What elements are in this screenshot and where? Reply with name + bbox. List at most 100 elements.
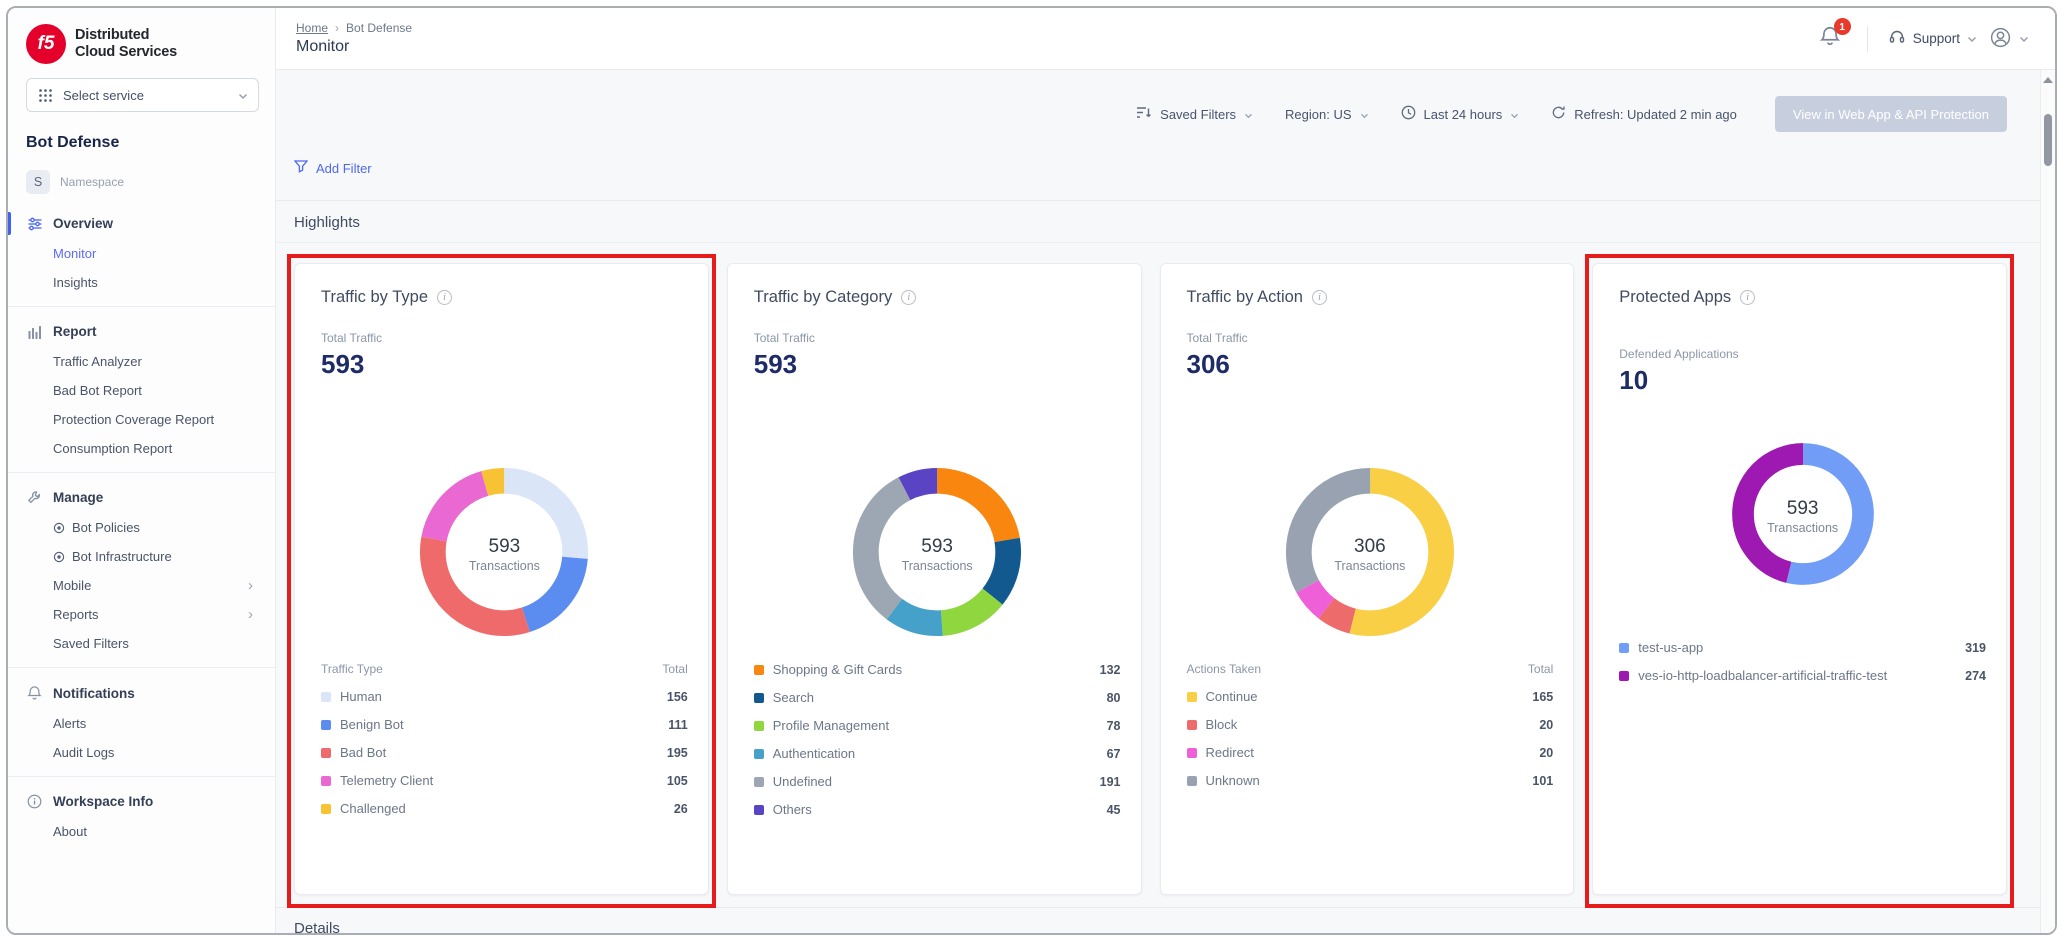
sidebar-section-workspace-info[interactable]: Workspace Info xyxy=(26,786,259,817)
sidebar-section-notifications[interactable]: Notifications xyxy=(26,677,259,709)
support-menu[interactable]: Support xyxy=(1888,28,1977,49)
legend-title: Traffic Type xyxy=(321,662,383,676)
breadcrumb-home-link[interactable]: Home xyxy=(296,21,328,35)
sidebar-section-report[interactable]: Report xyxy=(26,316,259,347)
legend: Shopping & Gift Cards132 Search80 Profile … xyxy=(754,662,1121,830)
legend-label: Authentication xyxy=(773,746,855,761)
add-filter-button[interactable]: Add Filter xyxy=(294,160,372,176)
sidebar-item-bot-infrastructure[interactable]: Bot Infrastructure xyxy=(26,542,259,571)
sidebar-section-overview[interactable]: Overview xyxy=(26,208,259,239)
brand-logo[interactable]: f5 Distributed Cloud Services xyxy=(26,24,259,64)
sidebar-item-reports[interactable]: Reports› xyxy=(26,600,259,629)
sidebar-item-monitor[interactable]: Monitor xyxy=(26,239,259,268)
item-label: Bot Infrastructure xyxy=(72,549,172,564)
legend-item-profile-management[interactable]: Profile Management78 xyxy=(754,718,1121,733)
legend-item-ves-io-http-loadbalancer-artificial-traffic-test[interactable]: ves-io-http-loadbalancer-artificial-traf… xyxy=(1619,668,1986,683)
legend-item-test-us-app[interactable]: test-us-app319 xyxy=(1619,640,1986,655)
sidebar-item-bad-bot-report[interactable]: Bad Bot Report xyxy=(26,376,259,405)
legend-item-unknown[interactable]: Unknown101 xyxy=(1187,773,1554,788)
legend-item-others[interactable]: Others45 xyxy=(754,802,1121,817)
legend: Actions TakenTotalContinue165Block20Redi… xyxy=(1187,662,1554,801)
legend-value: 80 xyxy=(1107,691,1121,705)
legend-item-shopping-gift-cards[interactable]: Shopping & Gift Cards132 xyxy=(754,662,1121,677)
sidebar-item-bot-policies[interactable]: Bot Policies xyxy=(26,513,259,542)
legend-item-authentication[interactable]: Authentication67 xyxy=(754,746,1121,761)
sidebar-item-insights[interactable]: Insights xyxy=(26,268,259,297)
sidebar-item-mobile[interactable]: Mobile› xyxy=(26,571,259,600)
time-range-label: Last 24 hours xyxy=(1424,107,1503,122)
view-in-waap-button[interactable]: View in Web App & API Protection xyxy=(1775,96,2007,132)
scroll-up-arrow-icon[interactable] xyxy=(2043,77,2053,83)
donut-chart[interactable]: 306Transactions xyxy=(1281,463,1459,646)
support-label: Support xyxy=(1913,31,1960,46)
legend-label: Redirect xyxy=(1206,745,1254,760)
donut-chart[interactable]: 593Transactions xyxy=(848,463,1026,646)
legend-value: 156 xyxy=(667,690,688,704)
sidebar-item-consumption-report[interactable]: Consumption Report xyxy=(26,434,259,463)
breadcrumb-current: Bot Defense xyxy=(346,21,412,35)
sidebar-item-traffic-analyzer[interactable]: Traffic Analyzer xyxy=(26,347,259,376)
legend-item-block[interactable]: Block20 xyxy=(1187,717,1554,732)
legend-label: Unknown xyxy=(1206,773,1260,788)
chevron-down-icon xyxy=(1510,107,1519,122)
page-title: Monitor xyxy=(296,38,412,56)
user-menu[interactable] xyxy=(1989,26,2029,52)
details-section-title: Details xyxy=(276,907,2055,933)
info-icon[interactable]: i xyxy=(1740,290,1755,305)
legend-label: Continue xyxy=(1206,689,1258,704)
donut-area: 593Transactions xyxy=(321,380,688,648)
section-label: Overview xyxy=(53,216,113,231)
saved-filters-label: Saved Filters xyxy=(1160,107,1236,122)
saved-filters-dropdown[interactable]: Saved Filters xyxy=(1136,106,1253,122)
legend-swatch xyxy=(754,693,764,703)
card-title: Traffic by Type xyxy=(321,288,428,307)
refresh-button[interactable]: Refresh: Updated 2 min ago xyxy=(1551,105,1737,123)
stat-value: 10 xyxy=(1619,365,1986,396)
item-label: Traffic Analyzer xyxy=(53,354,142,369)
stat-value: 306 xyxy=(1187,349,1554,380)
legend-item-challenged[interactable]: Challenged26 xyxy=(321,801,688,816)
namespace-label: Namespace xyxy=(60,175,124,189)
legend-swatch xyxy=(754,805,764,815)
section-label: Report xyxy=(53,324,97,339)
legend-item-human[interactable]: Human156 xyxy=(321,689,688,704)
legend-value: 78 xyxy=(1107,719,1121,733)
donut-center-label: Transactions xyxy=(902,559,973,573)
scrollbar[interactable] xyxy=(2040,70,2055,933)
item-label: Audit Logs xyxy=(53,745,114,760)
legend-label: Bad Bot xyxy=(340,745,386,760)
legend-item-search[interactable]: Search80 xyxy=(754,690,1121,705)
region-dropdown[interactable]: Region: US xyxy=(1285,107,1368,122)
scrollbar-thumb[interactable] xyxy=(2044,114,2052,166)
info-icon[interactable]: i xyxy=(437,290,452,305)
sidebar-section-manage[interactable]: Manage xyxy=(26,482,259,513)
legend-item-telemetry-client[interactable]: Telemetry Client105 xyxy=(321,773,688,788)
main-area: Home › Bot Defense Monitor 1 xyxy=(276,8,2055,933)
legend-item-undefined[interactable]: Undefined191 xyxy=(754,774,1121,789)
legend-swatch xyxy=(321,748,331,758)
sidebar-item-audit-logs[interactable]: Audit Logs xyxy=(26,738,259,767)
info-icon[interactable]: i xyxy=(1312,290,1327,305)
filter-lines-icon xyxy=(1136,106,1152,122)
namespace-badge: S xyxy=(26,170,50,194)
legend-item-redirect[interactable]: Redirect20 xyxy=(1187,745,1554,760)
legend-swatch xyxy=(1187,748,1197,758)
info-icon[interactable]: i xyxy=(901,290,916,305)
nav-section-manage: ManageBot Policies Bot Infrastructure Mobi… xyxy=(26,482,259,658)
time-range-dropdown[interactable]: Last 24 hours xyxy=(1401,105,1520,123)
select-service-dropdown[interactable]: Select service xyxy=(26,78,259,112)
sidebar-item-protection-coverage-report[interactable]: Protection Coverage Report xyxy=(26,405,259,434)
sidebar-item-saved-filters[interactable]: Saved Filters xyxy=(26,629,259,658)
legend-swatch xyxy=(1187,692,1197,702)
legend-item-benign-bot[interactable]: Benign Bot111 xyxy=(321,717,688,732)
legend-item-bad-bot[interactable]: Bad Bot195 xyxy=(321,745,688,760)
notifications-button[interactable]: 1 xyxy=(1813,21,1847,56)
donut-chart[interactable]: 593Transactions xyxy=(1728,439,1878,594)
sidebar-item-about[interactable]: About xyxy=(26,817,259,846)
sidebar-item-alerts[interactable]: Alerts xyxy=(26,709,259,738)
select-service-label: Select service xyxy=(63,88,229,103)
donut-chart[interactable]: 593Transactions xyxy=(415,463,593,646)
namespace-selector[interactable]: S Namespace xyxy=(26,170,259,194)
donut-center-value: 306 xyxy=(1354,536,1386,558)
legend-item-continue[interactable]: Continue165 xyxy=(1187,689,1554,704)
